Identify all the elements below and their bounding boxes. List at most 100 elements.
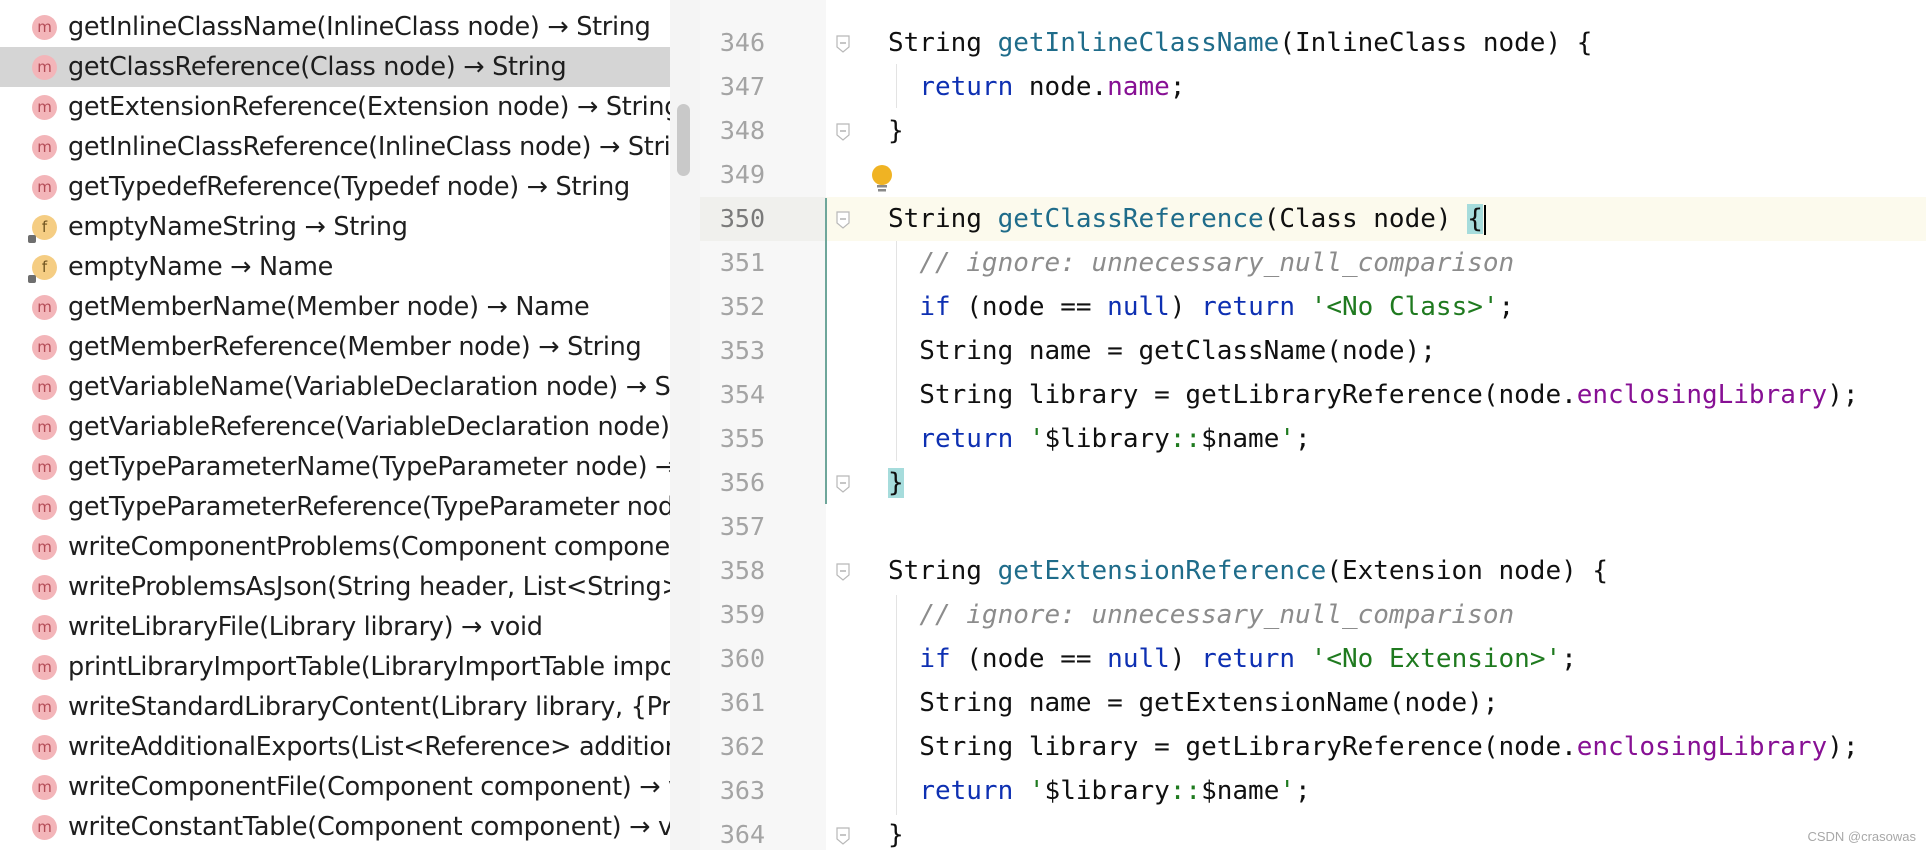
field-icon: f (28, 215, 57, 243)
line-number: 360 (719, 644, 765, 673)
code-token: '<No Class>' (1310, 292, 1499, 322)
code-editor[interactable]: 346 String getInlineClassName(InlineClass… (700, 0, 1926, 850)
line-number: 359 (719, 600, 765, 629)
structure-item-method[interactable]: m getTypedefReference(Typedef node) → Str… (0, 167, 670, 207)
code-line[interactable]: 346 String getInlineClassName(InlineClass… (700, 21, 1926, 65)
matched-brace: } (888, 468, 904, 498)
structure-item-method[interactable]: m getVariableName(VariableDeclaration nod… (0, 367, 670, 407)
code-line[interactable]: 356} (700, 461, 1926, 505)
method-icon: m (32, 295, 57, 320)
code-line[interactable]: 364} (700, 813, 1926, 850)
code-token: $library (1044, 776, 1170, 806)
code-token: $name (1201, 776, 1280, 806)
structure-item-method[interactable]: m getClassReference(Class node) → String (0, 47, 670, 87)
structure-scrollbar-thumb[interactable] (677, 104, 690, 176)
line-number: 355 (719, 424, 765, 453)
line-number: 349 (719, 160, 765, 189)
code-text: String getExtensionReference(Extension n… (888, 549, 1608, 593)
code-token: (node == (950, 292, 1108, 322)
code-line[interactable]: 354 String library = getLibraryReference… (700, 373, 1926, 417)
code-line[interactable]: 357 (700, 505, 1926, 549)
structure-item-method[interactable]: m writeComponentFile(Component component)… (0, 767, 670, 807)
code-line[interactable]: 360 if (node == null) return '<No Extens… (700, 637, 1926, 681)
code-line[interactable]: 355 return '$library::$name'; (700, 417, 1926, 461)
code-text: // ignore: unnecessary_null_comparison (888, 593, 1514, 637)
code-text: } (888, 813, 904, 850)
method-icon: m (32, 615, 57, 640)
fold-marker-icon[interactable] (835, 123, 851, 141)
code-text: } (888, 461, 904, 505)
structure-item-method[interactable]: m getInlineClassReference(InlineClass nod… (0, 127, 670, 167)
method-icon: m (32, 575, 57, 600)
structure-item-label: writeConstantTable(Component component) … (68, 812, 670, 842)
code-line[interactable]: 359 // ignore: unnecessary_null_comparis… (700, 593, 1926, 637)
line-number: 357 (719, 512, 765, 541)
structure-item-label: writeAdditionalExports(List<Reference> a… (68, 732, 670, 762)
method-icon: m (32, 735, 57, 760)
structure-item-label: writeComponentFile(Component component) … (68, 772, 670, 802)
structure-item-method[interactable]: m writeStandardLibraryContent(Library lib… (0, 687, 670, 727)
matched-brace: { (1467, 204, 1483, 234)
code-token: ; (1169, 72, 1186, 102)
code-text: String getClassReference(Class node) { (888, 197, 1486, 241)
code-line[interactable]: 349 (700, 153, 1926, 197)
code-token: :: (1169, 424, 1202, 454)
code-line[interactable]: 350 String getClassReference(Class node) … (700, 197, 1926, 241)
code-token: enclosingLibrary (1576, 380, 1828, 410)
code-line[interactable]: 363 return '$library::$name'; (700, 769, 1926, 813)
structure-item-method[interactable]: m getTypeParameterReference(TypeParameter… (0, 487, 670, 527)
fold-marker-icon[interactable] (835, 475, 851, 493)
code-line[interactable]: 352 if (node == null) return '<No Class>… (700, 285, 1926, 329)
fold-marker-icon[interactable] (835, 35, 851, 53)
structure-item-method[interactable]: m writeLibraryFile(Library library) → voi… (0, 607, 670, 647)
structure-item-method[interactable]: m getInlineClassName(InlineClass node) → … (0, 7, 670, 47)
line-number: 348 (719, 116, 765, 145)
structure-item-label: writeProblemsAsJson(String header, List<… (68, 572, 670, 602)
fold-marker-icon[interactable] (835, 211, 851, 229)
structure-item-method[interactable]: m writeComponentProblems(Component compon… (0, 527, 670, 567)
code-line[interactable]: 358 String getExtensionReference(Extensio… (700, 549, 1926, 593)
structure-item-method[interactable]: m printLibraryImportTable(LibraryImportTa… (0, 647, 670, 687)
structure-item-field[interactable]: f emptyName → Name (0, 247, 670, 287)
structure-item-method[interactable]: m getExtensionReference(Extension node) →… (0, 87, 670, 127)
code-token: null (1107, 644, 1170, 674)
structure-item-label: getInlineClassReference(InlineClass node… (68, 132, 670, 162)
code-token: ; (1561, 644, 1577, 674)
code-token: getExtensionReference (997, 556, 1327, 586)
structure-item-method[interactable]: m writeProblemsAsJson(String header, List… (0, 567, 670, 607)
structure-item-method[interactable]: m writeAdditionalExports(List<Reference> … (0, 727, 670, 767)
method-icon: m (32, 415, 57, 440)
code-line[interactable]: 348} (700, 109, 1926, 153)
structure-item-label: getVariableName(VariableDeclaration node… (68, 372, 670, 402)
code-token: ' (1279, 776, 1296, 806)
structure-item-method[interactable]: m getMemberName(Member node) → Name (0, 287, 670, 327)
code-token: enclosingLibrary (1576, 732, 1828, 762)
structure-item-method[interactable]: m getMemberReference(Member node) → Strin… (0, 327, 670, 367)
code-line[interactable]: 347 return node.name; (700, 65, 1926, 109)
structure-item-method[interactable]: m getVariableReference(VariableDeclaratio… (0, 407, 670, 447)
code-text: return node.name; (888, 65, 1185, 109)
code-token: ) (1169, 644, 1202, 674)
structure-item-label: getClassReference(Class node) → String (68, 52, 567, 82)
structure-item-method[interactable]: m writeConstantTable(Component component)… (0, 807, 670, 847)
fold-marker-icon[interactable] (835, 563, 851, 581)
code-line[interactable]: 353 String name = getClassName(node); (700, 329, 1926, 373)
structure-item-method[interactable]: m getTypeParameterName(TypeParameter node… (0, 447, 670, 487)
code-line[interactable]: 351 // ignore: unnecessary_null_comparis… (700, 241, 1926, 285)
code-token: ); (1827, 732, 1859, 762)
code-text: String name = getExtensionName(node); (888, 681, 1498, 725)
code-line[interactable]: 361 String name = getExtensionName(node)… (700, 681, 1926, 725)
code-token: return (919, 72, 1014, 102)
code-text: String library = getLibraryReference(nod… (888, 725, 1859, 769)
code-line[interactable]: 362 String library = getLibraryReference… (700, 725, 1926, 769)
code-text: return '$library::$name'; (888, 769, 1311, 813)
structure-item-field[interactable]: f emptyNameString → String (0, 207, 670, 247)
code-text: String getInlineClassName(InlineClass no… (888, 21, 1592, 65)
code-text: if (node == null) return '<No Class>'; (888, 285, 1514, 329)
code-token: ; (1295, 776, 1311, 806)
fold-marker-icon[interactable] (835, 827, 851, 845)
